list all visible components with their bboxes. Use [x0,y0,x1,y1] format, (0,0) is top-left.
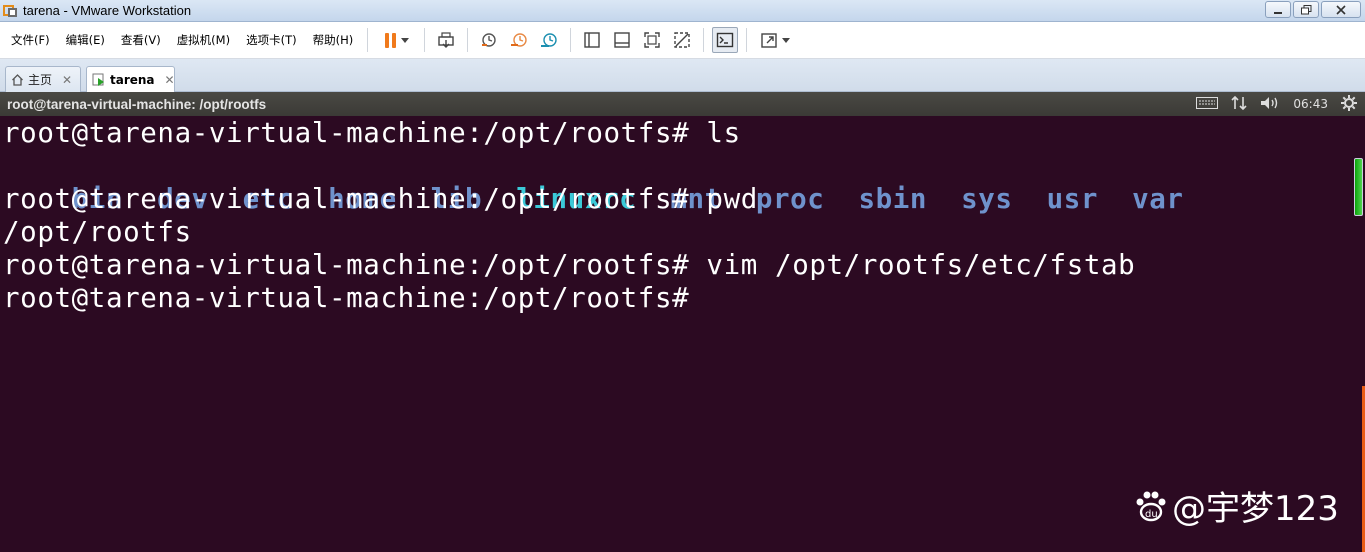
ls-entry-dir: sbin [858,183,928,215]
send-ctrl-alt-del-button[interactable] [433,27,459,53]
snapshot-manager-icon [541,33,557,47]
stretch-icon [761,33,777,48]
thumbnail-button[interactable] [609,27,635,53]
vm-running-icon [92,73,106,87]
guest-top-panel: root@tarena-virtual-machine: /opt/rootfs… [0,92,1365,116]
menu-edit[interactable]: 编辑(E) [58,32,113,48]
tab-tarena[interactable]: tarena ✕ [86,66,175,92]
home-icon [11,73,24,86]
minimize-button[interactable] [1265,1,1291,18]
watermark-text: @宇梦123 [1172,489,1339,529]
ls-entry-dir: usr [1046,183,1099,215]
toolbar-separator [746,28,748,52]
window-controls [1265,1,1361,18]
fullscreen-icon [644,32,660,48]
stretch-button[interactable] [755,27,795,53]
menu-tabs[interactable]: 选项卡(T) [238,32,305,48]
paw-logo-icon: du [1134,489,1168,523]
tab-home[interactable]: 主页 ✕ [5,66,81,92]
toolbar-separator [367,28,369,52]
pause-button[interactable] [376,27,416,53]
toolbar-separator [703,28,705,52]
network-icon[interactable] [1231,95,1247,114]
toolbar-separator [424,28,426,52]
window-titlebar[interactable]: tarena - VMware Workstation [0,0,1365,22]
ls-entry-dir: sys [961,183,1013,215]
menu-help[interactable]: 帮助(H) [305,32,362,48]
close-icon [1336,4,1346,15]
tab-label: 主页 [28,73,53,87]
close-tab-icon[interactable]: ✕ [165,73,175,87]
console-icon [717,32,734,48]
keyboard-icon[interactable] [1196,96,1219,112]
guest-window-title: root@tarena-virtual-machine: /opt/rootfs [7,96,267,112]
close-tab-icon[interactable]: ✕ [62,73,72,87]
vmware-logo-icon [3,3,19,19]
menu-toolbar: 文件(F) 编辑(E) 查看(V) 虚拟机(M) 选项卡(T) 帮助(H) [0,22,1365,59]
tab-label: tarena [110,72,155,87]
pause-icon [383,32,397,48]
toolbar-separator [570,28,572,52]
watermark: du @宇梦123 [1134,481,1339,530]
restore-icon [1300,4,1311,14]
svg-text:du: du [1145,509,1158,520]
terminal-line: root@tarena-virtual-machine:/opt/rootfs#… [3,249,1136,281]
clock-time[interactable]: 06:43 [1293,97,1328,111]
fullscreen-button[interactable] [639,27,665,53]
terminal-prompt-line: root@tarena-virtual-machine:/opt/rootfs# [3,282,690,314]
chevron-down-icon[interactable] [401,37,410,43]
sidebar-button[interactable] [579,27,605,53]
console-view-button[interactable] [712,27,739,53]
sidebar-icon [584,32,600,48]
menu-view[interactable]: 查看(V) [113,32,169,48]
volume-icon[interactable] [1260,95,1280,114]
unity-button[interactable] [669,27,695,53]
menu-vm[interactable]: 虚拟机(M) [169,32,238,48]
minimize-icon [1274,11,1282,14]
chevron-down-icon[interactable] [782,37,791,43]
thumbnail-icon [614,32,630,48]
unity-icon [674,32,690,48]
menu-file[interactable]: 文件(F) [0,32,58,48]
revert-snapshot-button[interactable] [506,27,532,53]
ls-entry-dir: var [1132,183,1184,215]
revert-snapshot-icon [511,33,527,47]
ls-output-line: bin dev etc home lib linuxrc mnt proc sbin sys usr… [3,150,1365,215]
send-ctrl-alt-del-icon [438,32,454,48]
maximize-button[interactable] [1293,1,1319,18]
snapshot-icon [482,33,496,47]
snapshot-manager-button[interactable] [536,27,562,53]
toolbar-separator [467,28,469,52]
snapshot-button[interactable] [476,27,502,53]
window-title: tarena - VMware Workstation [23,3,192,18]
guest-indicators: 06:43 [1196,92,1357,116]
terminal-line: root@tarena-virtual-machine:/opt/rootfs#… [3,117,741,149]
settings-gear-icon[interactable] [1341,94,1357,114]
terminal-line: /opt/rootfs [3,216,192,248]
scrollbar-thumb[interactable] [1354,158,1363,216]
tab-strip: 主页 ✕ tarena ✕ [0,59,1365,92]
close-button[interactable] [1321,1,1361,18]
ls-entry-dir: proc [755,183,825,215]
